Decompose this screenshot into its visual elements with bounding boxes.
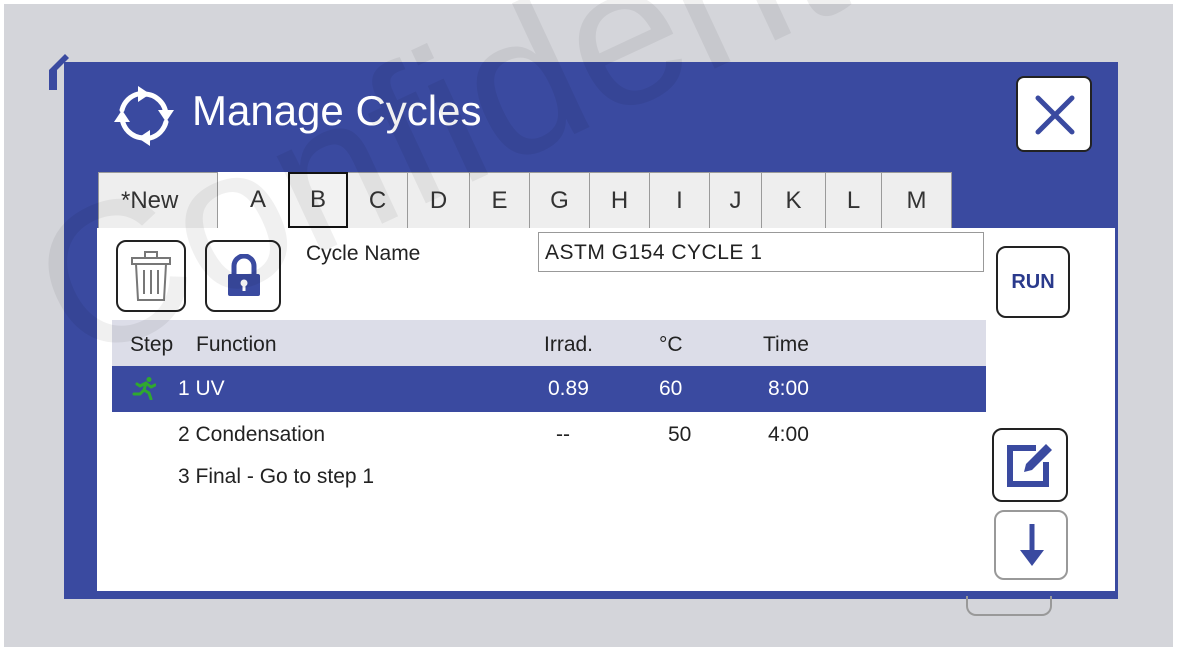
table-row[interactable]: 2 Condensation -- 50 4:00: [112, 412, 986, 458]
delete-button[interactable]: [116, 240, 186, 312]
close-icon: [1035, 95, 1075, 135]
step-time: 4:00: [768, 423, 809, 446]
tab-l[interactable]: L: [826, 172, 882, 228]
tab-m[interactable]: M: [882, 172, 952, 228]
page-title: Manage Cycles: [192, 87, 482, 134]
cycle-arrows-icon: [114, 86, 174, 146]
step-time: 8:00: [768, 377, 809, 400]
button-shadow: [966, 596, 1052, 616]
lock-button[interactable]: [205, 240, 281, 312]
header-irrad: Irrad.: [544, 333, 594, 356]
header-function: Function: [196, 333, 277, 356]
tab-h[interactable]: H: [590, 172, 650, 228]
close-button[interactable]: [1016, 76, 1092, 152]
move-down-button[interactable]: [994, 510, 1068, 580]
tab-k[interactable]: K: [762, 172, 826, 228]
cycle-name-label: Cycle Name: [306, 242, 421, 265]
tab-b[interactable]: B: [288, 172, 348, 228]
arrow-down-icon: [1020, 524, 1044, 566]
header-temp: °C: [659, 333, 683, 356]
step-temp: 50: [668, 423, 692, 446]
step-temp: 60: [659, 377, 683, 400]
step-irrad: 0.89: [548, 377, 589, 400]
tab-c[interactable]: C: [348, 172, 408, 228]
cycle-name-input[interactable]: ASTM G154 CYCLE 1: [538, 232, 984, 272]
step-function: 3 Final - Go to step 1: [178, 465, 375, 488]
trash-icon: [131, 251, 171, 301]
step-function: 1 UV: [178, 377, 225, 400]
tab-a[interactable]: A: [218, 172, 288, 228]
header-time: Time: [763, 333, 809, 356]
edit-step-button[interactable]: [992, 428, 1068, 502]
step-irrad: --: [556, 423, 570, 446]
tab-e[interactable]: E: [470, 172, 530, 228]
cycle-tabs: *New A B C D E G H I J K L M: [98, 172, 952, 228]
running-icon: [132, 377, 156, 400]
table-row[interactable]: 1 UV 0.89 60 8:00: [112, 366, 986, 412]
tab-new[interactable]: *New: [98, 172, 218, 228]
edit-icon: [1007, 444, 1052, 487]
tab-g[interactable]: G: [530, 172, 590, 228]
table-row[interactable]: 3 Final - Go to step 1: [112, 454, 986, 500]
run-button[interactable]: RUN: [996, 246, 1070, 318]
tab-d[interactable]: D: [408, 172, 470, 228]
header-step: Step: [130, 333, 174, 356]
step-function: 2 Condensation: [178, 423, 326, 446]
tab-i[interactable]: I: [650, 172, 710, 228]
lock-icon: [228, 254, 260, 296]
tab-j[interactable]: J: [710, 172, 762, 228]
table-header: Step Function Irrad. °C Time: [112, 320, 986, 366]
